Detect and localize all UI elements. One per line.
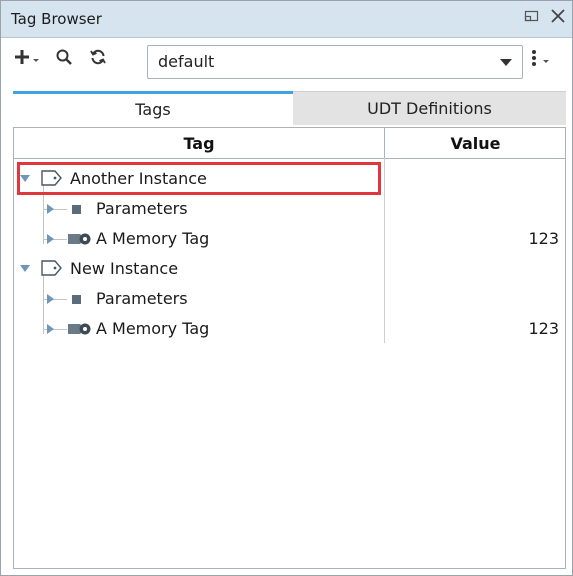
tree-row-label: A Memory Tag	[96, 229, 210, 248]
expand-caret-icon[interactable]	[20, 265, 30, 272]
tree-row-label: Parameters	[96, 199, 188, 218]
tag-browser-panel: Tag Browser default Tags UDT Definitions…	[0, 0, 573, 576]
toolbar-actions	[13, 48, 107, 70]
tag-provider-dropdown[interactable]: default	[147, 45, 523, 79]
refresh-button[interactable]	[89, 48, 107, 70]
memory-tag-icon	[66, 320, 92, 342]
tree-row-memory-tag[interactable]: A Memory Tag 123	[14, 224, 565, 254]
tree-row-label: Parameters	[96, 289, 188, 308]
tree-row-memory-tag[interactable]: A Memory Tag 123	[14, 314, 565, 344]
add-tag-button[interactable]	[13, 48, 41, 70]
tab-bar: Tags UDT Definitions	[13, 91, 566, 125]
title-bar-controls	[524, 8, 566, 24]
tag-tree-table: Tag Value Another Instance Parameters A …	[13, 127, 566, 569]
window-title: Tag Browser	[11, 10, 102, 28]
kebab-menu-icon	[531, 48, 537, 72]
table-header: Tag Value	[14, 128, 565, 159]
tag-provider-value: default	[158, 52, 215, 71]
title-bar: Tag Browser	[1, 1, 572, 38]
tab-udt-definitions[interactable]: UDT Definitions	[293, 91, 566, 125]
column-header-value[interactable]: Value	[384, 128, 566, 158]
tree-row-label: New Instance	[70, 259, 179, 278]
column-header-tag[interactable]: Tag	[14, 128, 384, 158]
tree-row-value: 123	[528, 319, 559, 338]
tree-row-label: A Memory Tag	[96, 319, 210, 338]
tree-row-parameters[interactable]: Parameters	[14, 284, 565, 314]
expand-caret-icon[interactable]	[47, 324, 54, 334]
parameters-folder-icon	[72, 295, 81, 304]
parameters-folder-icon	[72, 205, 81, 214]
expand-caret-icon[interactable]	[47, 204, 54, 214]
tree-row-new-instance[interactable]: New Instance	[14, 254, 565, 284]
highlight-box	[17, 162, 381, 195]
chevron-down-icon	[31, 50, 41, 69]
more-options-button[interactable]	[531, 48, 551, 72]
search-icon	[55, 48, 73, 70]
expand-caret-icon[interactable]	[47, 234, 54, 244]
restore-window-icon[interactable]	[524, 9, 540, 23]
search-button[interactable]	[55, 48, 73, 70]
toolbar: default	[1, 38, 572, 86]
expand-caret-icon[interactable]	[47, 294, 54, 304]
refresh-icon	[89, 48, 107, 70]
memory-tag-icon	[66, 230, 92, 252]
chevron-down-icon	[541, 51, 551, 70]
tab-tags[interactable]: Tags	[13, 91, 293, 125]
chevron-down-icon	[500, 59, 512, 66]
close-icon[interactable]	[550, 8, 566, 24]
tree-row-parameters[interactable]: Parameters	[14, 194, 565, 224]
tree-row-value: 123	[528, 229, 559, 248]
plus-icon	[13, 48, 31, 70]
udt-instance-icon	[40, 259, 64, 281]
